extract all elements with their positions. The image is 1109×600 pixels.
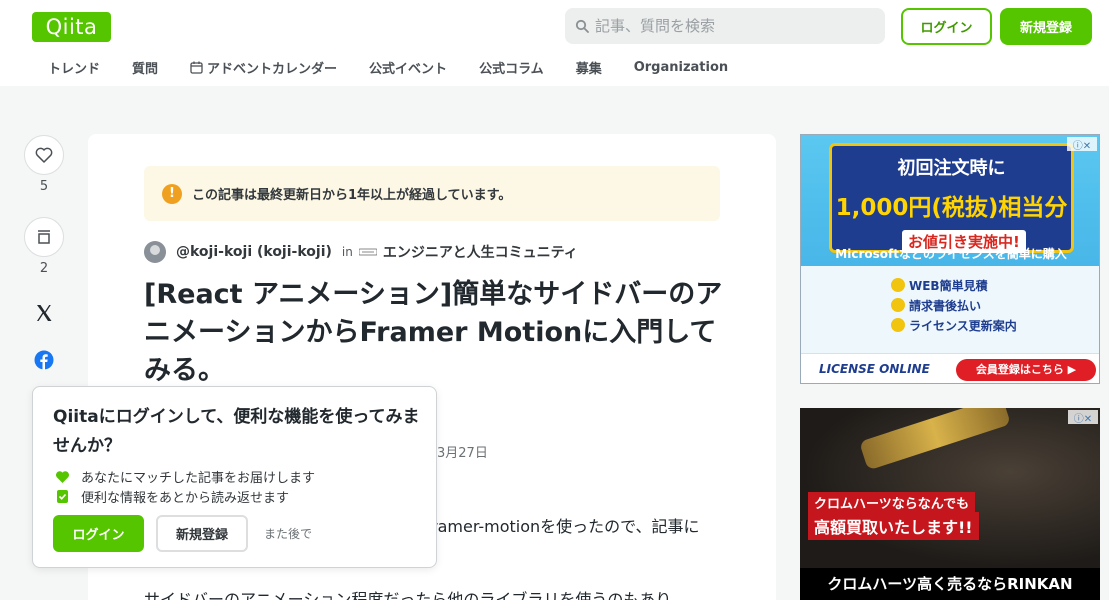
ad-feature-item: ライセンス更新案内 [891, 315, 1017, 335]
site-header: Qiita ログイン 新規登録 トレンド 質問 アドベントカレンダー 公式イベン… [0, 0, 1109, 86]
search-icon [575, 19, 589, 33]
stock-group: 2 [24, 217, 64, 279]
organization-logo-icon [358, 248, 377, 256]
ad-footer: LICENSE ONLINE 会員登録はこちら ▶ [801, 353, 1099, 383]
nav-item-official-events[interactable]: 公式イベント [353, 58, 463, 77]
ad-feature-item: WEB簡単見積 [891, 275, 1017, 295]
ad-choices-icon[interactable]: ⓘ✕ [1067, 137, 1097, 152]
license-online-ad[interactable]: 初回注文時に 1,000円(税抜)相当分 お値引き実施中! Microsoftな… [800, 134, 1100, 384]
heart-icon [55, 471, 70, 483]
ad-text: 高額買取いたします!! [808, 512, 979, 540]
article-date: 3月27日 [437, 446, 488, 461]
like-count: 5 [39, 179, 49, 194]
article-body-text: ramer-motionを使ったので、記事に [431, 517, 700, 536]
search-input[interactable] [595, 8, 875, 44]
popup-feature: 便利な情報をあとから読み返せます [55, 487, 289, 506]
nav-item-official-column[interactable]: 公式コラム [463, 58, 560, 77]
stock-icon [38, 230, 50, 244]
check-icon [891, 318, 905, 332]
qiita-logo[interactable]: Qiita [32, 12, 111, 42]
nav-item-organization[interactable]: Organization [618, 60, 744, 75]
ad-feature-item: 請求書後払い [891, 295, 1017, 315]
nav-item-advent-calendar[interactable]: アドベントカレンダー [174, 58, 353, 77]
stock-check-icon [57, 490, 68, 503]
author-name[interactable]: @koji-koji (koji-koji) [176, 244, 332, 260]
heart-icon [35, 147, 53, 163]
ad-brand: LICENSE ONLINE [819, 362, 930, 376]
check-icon [891, 278, 905, 292]
search-box[interactable] [565, 8, 885, 44]
ad-feature-list: WEB簡単見積 請求書後払い ライセンス更新案内 [891, 275, 1017, 335]
x-share-icon[interactable] [34, 303, 54, 323]
like-group: 5 [24, 135, 64, 197]
outdated-notice: ! この記事は最終更新日から1年以上が経過しています。 [144, 166, 720, 221]
popup-signup-button[interactable]: 新規登録 [156, 515, 248, 552]
nav-item-trend[interactable]: トレンド [32, 58, 116, 77]
chrome-hearts-ad[interactable]: クロムハーツならなんでも 高額買取いたします!! クロムハーツ高く売るならRIN… [800, 408, 1100, 600]
author-line: @koji-koji (koji-koji) in エンジニアと人生コミュニティ [144, 240, 578, 264]
login-prompt-popup: Qiitaにログインして、便利な機能を使ってみませんか？ あなたにマッチした記事… [32, 386, 437, 568]
popup-title: Qiitaにログインして、便利な機能を使ってみませんか？ [53, 407, 420, 456]
facebook-share-icon[interactable] [34, 350, 54, 370]
popup-feature: あなたにマッチした記事をお届けします [55, 467, 315, 486]
main-nav: トレンド 質問 アドベントカレンダー 公式イベント 公式コラム 募集 Organ… [32, 54, 744, 80]
ad-subtitle: Microsoftなどのライセンスを簡単に購入 [835, 247, 1067, 261]
ad-banner-bar: クロムハーツ高く売るならRINKAN [800, 568, 1100, 600]
calendar-icon [190, 61, 203, 74]
check-icon [891, 298, 905, 312]
nav-item-recruitment[interactable]: 募集 [560, 58, 618, 77]
signup-button[interactable]: 新規登録 [1000, 8, 1092, 45]
stock-button[interactable] [24, 217, 64, 257]
ad-headline-frame: 初回注文時に 1,000円(税抜)相当分 お値引き実施中! [829, 143, 1074, 253]
nav-item-questions[interactable]: 質問 [116, 58, 174, 77]
author-in-label: in [341, 245, 353, 259]
popup-later-link[interactable]: また後で [264, 525, 312, 542]
warning-icon: ! [162, 183, 182, 204]
notice-text: この記事は最終更新日から1年以上が経過しています。 [192, 188, 512, 203]
like-button[interactable] [24, 135, 64, 175]
author-avatar[interactable] [144, 241, 166, 263]
ad-choices-icon[interactable]: ⓘ✕ [1068, 410, 1098, 425]
article-title: [React アニメーション]簡単なサイドバーのアニメーションからFramer … [144, 279, 723, 386]
login-button[interactable]: ログイン [901, 8, 992, 45]
organization-name[interactable]: エンジニアと人生コミュニティ [383, 242, 578, 262]
ad-cta-button[interactable]: 会員登録はこちら ▶ [956, 359, 1096, 381]
stock-count: 2 [39, 261, 49, 276]
ad-text: クロムハーツならなんでも [808, 492, 976, 513]
article-body-text: サイドバーのアニメーション程度だったら他のライブラリを使うのもあり [144, 590, 672, 600]
popup-login-button[interactable]: ログイン [53, 515, 144, 552]
